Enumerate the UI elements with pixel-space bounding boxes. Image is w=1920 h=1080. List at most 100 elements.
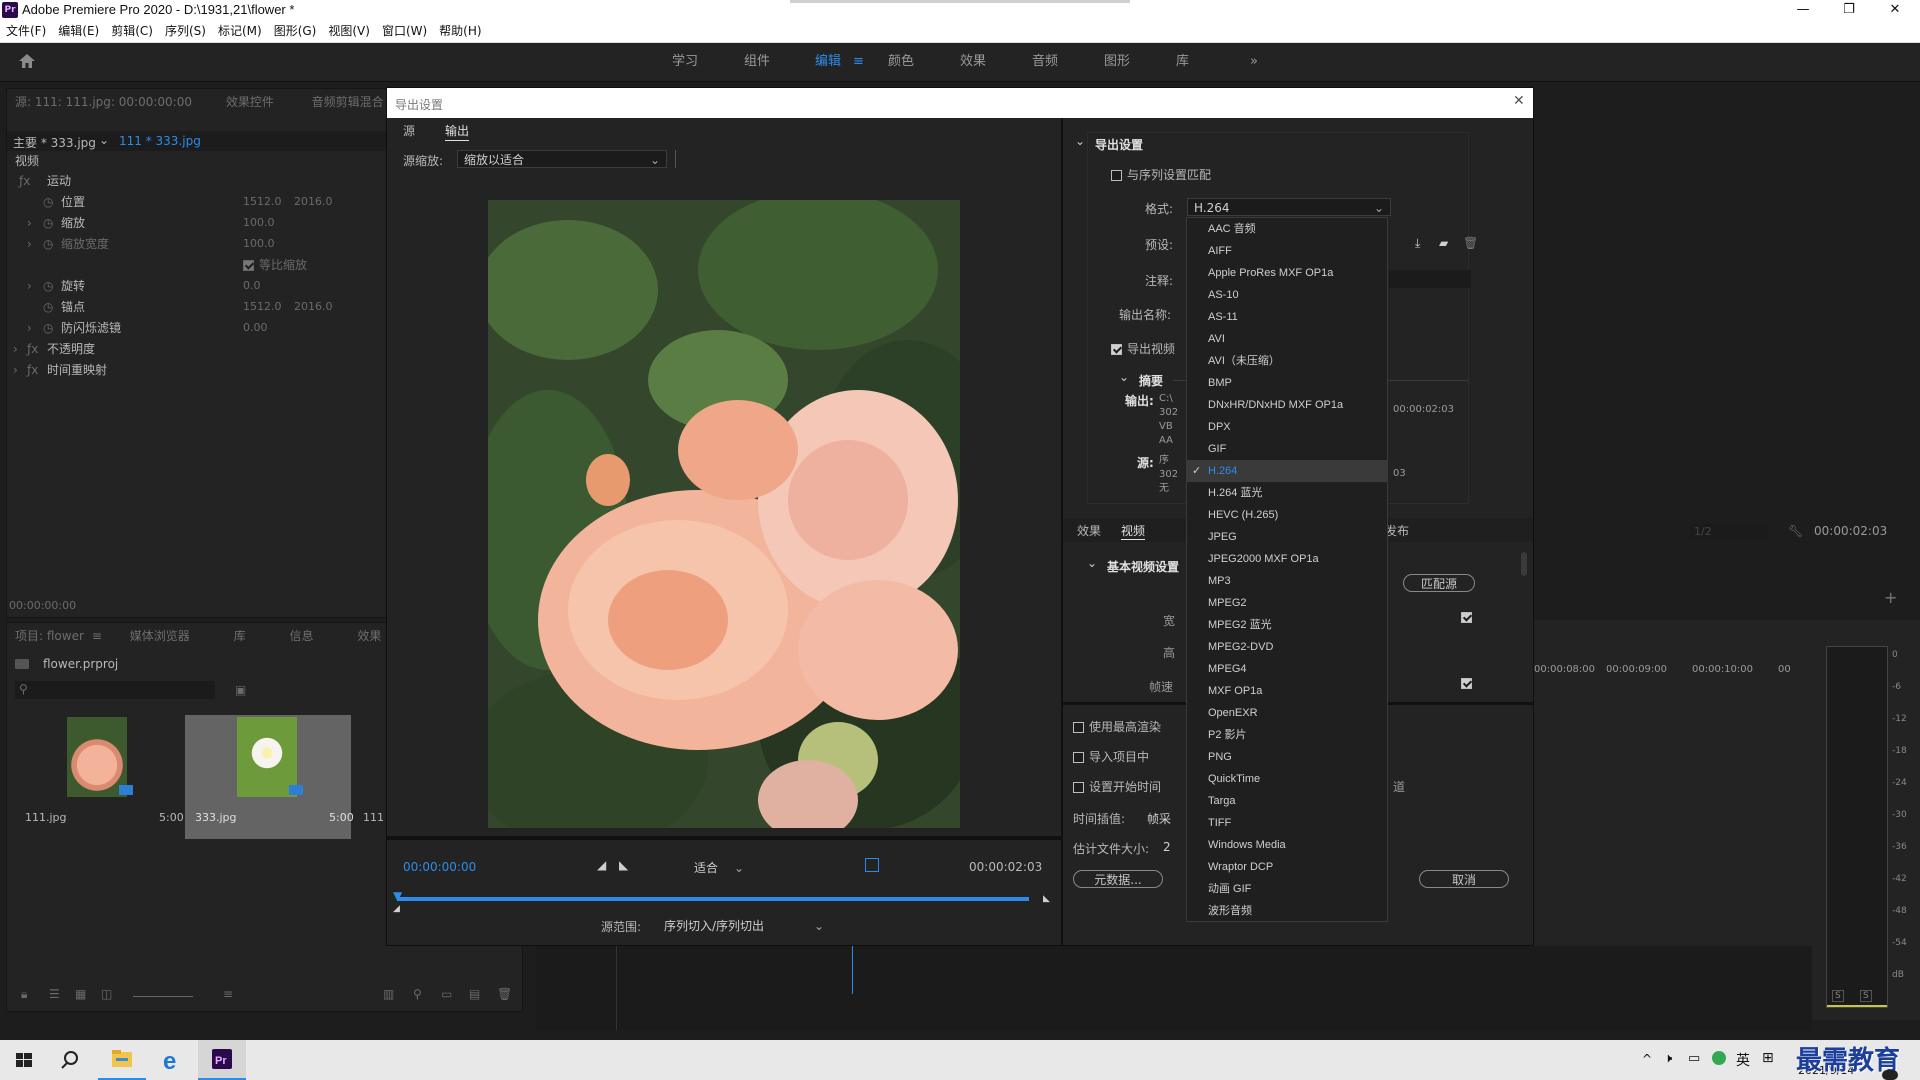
format-option[interactable]: Windows Media [1187,834,1387,856]
tab-color[interactable]: 颜色 [888,43,914,81]
motion-label[interactable]: 运动 [47,171,71,191]
format-option[interactable]: TIFF [1187,812,1387,834]
chevron-up-icon[interactable]: ^ [1642,1052,1652,1066]
file-explorer-icon[interactable] [98,1040,146,1080]
scale-width-value[interactable]: 100.0 [243,234,275,254]
collapse-chevron-icon[interactable]: ⌄ [1087,556,1097,570]
home-icon[interactable] [18,53,36,69]
expand-arrow-icon[interactable]: › [27,318,32,338]
ime-status-icon[interactable] [1712,1051,1726,1065]
playhead-timecode[interactable]: 00:00:00:00 [403,860,476,874]
fit-select[interactable]: 适合 ⌄ [687,858,751,876]
format-option[interactable]: AAC 音频 [1187,218,1387,240]
keyboard-grid-icon[interactable]: ⊞ [1762,1050,1774,1066]
format-option[interactable]: QuickTime [1187,768,1387,790]
list-view-icon[interactable]: ☰ [49,987,60,1001]
source-scale-select[interactable]: 缩放以适合 ⌄ [457,150,667,168]
tab-effects-panel[interactable]: 效果 [357,629,381,643]
icon-view-icon[interactable]: ▦ [75,987,86,1001]
menu-view[interactable]: 视图(V) [322,20,376,42]
notification-icon[interactable] [1882,1070,1898,1080]
stopwatch-icon[interactable]: ◷ [43,237,53,251]
time-remap-label[interactable]: 时间重映射 [47,360,107,380]
opacity-label[interactable]: 不透明度 [47,339,95,359]
out-point-icon[interactable]: ◣ [1043,894,1050,904]
add-button-icon[interactable]: + [1884,588,1897,607]
menu-marker[interactable]: 标记(M) [212,20,268,42]
format-option[interactable]: MPEG4 [1187,658,1387,680]
volume-icon[interactable]: 🕨︎ [1664,1051,1672,1066]
solo-button[interactable]: S [1860,990,1872,1002]
tab-effects[interactable]: 效果 [960,43,986,81]
sort-icon[interactable]: ≡ [223,987,233,1001]
match-source-button[interactable]: 匹配源 [1403,574,1475,592]
menu-window[interactable]: 窗口(W) [376,20,433,42]
search-input[interactable]: ⚲ [15,681,215,699]
new-bin-button-icon[interactable]: ▭ [441,987,452,1001]
format-option[interactable]: JPEG [1187,526,1387,548]
format-option[interactable]: 波形音频 [1187,900,1387,922]
tab-editing[interactable]: 编辑 [815,43,841,81]
tab-project[interactable]: 项目: flower [15,629,84,643]
maximize-icon[interactable]: ❐ [1826,0,1872,20]
scrollbar[interactable] [1521,552,1527,576]
anchor-y[interactable]: 2016.0 [294,297,333,317]
format-option[interactable]: P2 影片 [1187,724,1387,746]
format-option[interactable]: MPEG2 [1187,592,1387,614]
tab-effect-controls[interactable]: 效果控件 [226,95,274,109]
format-option[interactable]: GIF [1187,438,1387,460]
format-option[interactable]: HEVC (H.265) [1187,504,1387,526]
tab-graphics[interactable]: 图形 [1104,43,1130,81]
close-icon[interactable]: ✕ [1513,93,1525,109]
minimize-icon[interactable]: — [1780,0,1826,20]
comments-input[interactable] [1389,270,1471,288]
source-range-select[interactable]: 序列切入/序列切出 ⌄ [657,916,831,934]
chevron-down-icon[interactable]: ⌄ [99,133,109,147]
tab-audio[interactable]: 音频 [1032,43,1058,81]
panel-menu-icon[interactable]: ≡ [92,629,102,643]
freeform-view-icon[interactable]: ◫ [101,987,112,1001]
format-select[interactable]: H.264 ⌄ [1187,198,1391,216]
fx-icon[interactable]: ƒx [27,342,38,356]
fps-checkbox[interactable] [1461,678,1472,689]
delete-preset-icon[interactable]: 🗑︎ [1463,236,1478,250]
wrench-icon[interactable]: 🔧︎ [1788,524,1803,538]
rotation-value[interactable]: 0.0 [243,276,261,296]
page-select[interactable]: 1/2 [1690,524,1768,540]
tab-learn[interactable]: 学习 [672,43,698,81]
format-option[interactable]: MP3 [1187,570,1387,592]
tab-output[interactable]: 输出 [445,122,470,141]
zoom-slider[interactable] [133,996,193,997]
stopwatch-icon[interactable]: ◷ [43,300,53,314]
width-checkbox[interactable] [1461,612,1472,623]
tab-source-monitor[interactable]: 源: 111: 111.jpg: 00:00:00:00 [15,95,192,109]
interp-value[interactable]: 帧采 [1147,810,1171,827]
stopwatch-icon[interactable]: ◷ [43,321,53,335]
timeline-bar[interactable] [397,897,1029,901]
import-preset-icon[interactable]: ▰ [1439,236,1448,250]
windows-start-icon[interactable] [0,1040,48,1080]
anti-flicker-value[interactable]: 0.00 [243,318,268,338]
lock-icon[interactable]: 🔒︎ [21,987,27,1002]
format-option[interactable]: AS-11 [1187,306,1387,328]
anchor-x[interactable]: 1512.0 [243,297,282,317]
stopwatch-icon[interactable]: ◷ [43,216,53,230]
fx-icon[interactable]: ƒx [19,174,30,188]
expand-arrow-icon[interactable]: › [27,234,32,254]
format-option[interactable]: 动画 GIF [1187,878,1387,900]
stopwatch-icon[interactable]: ◷ [43,279,53,293]
mark-in-icon[interactable]: ◢ [597,858,606,872]
export-video-checkbox[interactable] [1111,344,1122,355]
cancel-button[interactable]: 取消 [1419,870,1509,888]
tab-audio-clip-mixer[interactable]: 音频剪辑混合 [312,95,384,109]
format-option[interactable]: BMP [1187,372,1387,394]
max-render-checkbox[interactable] [1073,722,1084,733]
format-option[interactable]: AS-10 [1187,284,1387,306]
format-option-selected[interactable]: ✓ H.264 [1187,460,1387,482]
save-preset-icon[interactable]: ⤓ [1415,236,1420,251]
menu-help[interactable]: 帮助(H) [433,20,487,42]
format-option[interactable]: MPEG2-DVD [1187,636,1387,658]
ime-language[interactable]: 英 [1736,1050,1750,1070]
expand-arrow-icon[interactable]: › [13,360,18,380]
tab-media-browser[interactable]: 媒体浏览器 [130,629,190,643]
